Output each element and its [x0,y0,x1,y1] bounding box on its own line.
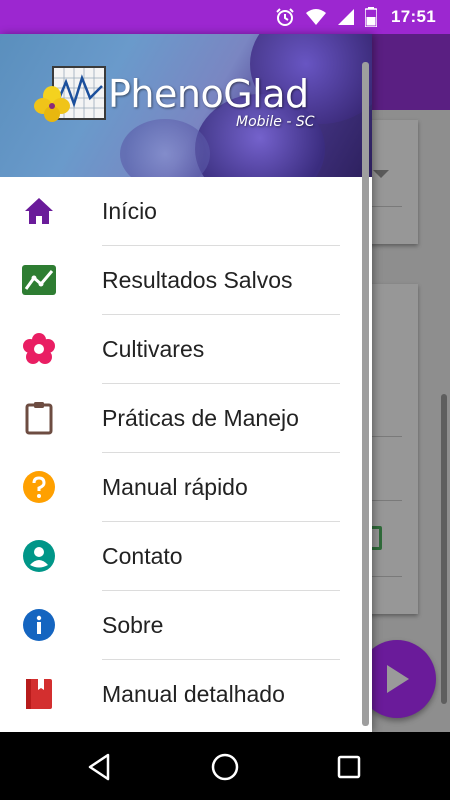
menu-item-cultivares[interactable]: Cultivares [0,315,372,384]
wifi-icon [306,9,327,25]
recents-icon [337,755,361,779]
background-divider [372,500,402,501]
menu-item-resultados-salvos[interactable]: Resultados Salvos [0,246,372,315]
help-icon [22,470,56,504]
menu-item-contato[interactable]: Contato [0,522,372,591]
alarm-icon [276,8,294,26]
drawer-scrollbar[interactable] [362,62,369,726]
menu-item-label: Sobre [102,612,164,638]
home-circle-icon [211,753,239,781]
system-nav-bar [0,732,450,800]
header-image-petal [120,119,210,177]
menu-item-label: Manual rápido [102,474,248,500]
app-subtitle: Mobile - SC [236,114,315,130]
status-bar: 17:51 [0,0,450,34]
background-divider [372,436,402,437]
battery-icon [365,7,378,27]
clipboard-icon [22,401,56,435]
background-divider [372,206,402,207]
info-icon [22,608,56,642]
menu-item-sobre[interactable]: Sobre [0,591,372,660]
menu-item-label: Resultados Salvos [102,267,293,293]
drawer-menu: Início Resultados Salvos Cultivares Prát… [0,177,372,729]
logo-flower-icon [34,86,70,122]
menu-item-label: Práticas de Manejo [102,405,299,431]
menu-item-label: Manual detalhado [102,681,285,707]
account-icon [22,539,56,573]
status-icons: 17:51 [275,0,436,34]
menu-item-label: Contato [102,543,183,569]
back-button[interactable] [82,750,116,784]
chart-line-icon [22,263,56,297]
menu-item-inicio[interactable]: Início [0,177,372,246]
menu-item-manual-detalhado[interactable]: Manual detalhado [0,660,372,729]
back-icon [88,753,110,781]
app-name: PhenoGlad [108,72,309,116]
menu-item-label: Início [102,198,157,224]
flower-icon [22,332,56,366]
book-icon [22,677,56,711]
navigation-drawer: PhenoGlad Mobile - SC Início Resultados … [0,34,372,732]
menu-item-praticas-de-manejo[interactable]: Práticas de Manejo [0,384,372,453]
play-icon [387,665,409,693]
home-icon [22,194,56,228]
menu-item-label: Cultivares [102,336,205,362]
recents-button[interactable] [332,750,366,784]
dropdown-caret-icon [373,170,389,178]
home-button[interactable] [208,750,242,784]
menu-item-manual-rapido[interactable]: Manual rápido [0,453,372,522]
signal-icon [338,9,355,25]
background-scrollbar [441,394,447,704]
drawer-header: PhenoGlad Mobile - SC [0,34,372,177]
status-clock: 17:51 [391,7,436,26]
background-divider [372,576,402,577]
